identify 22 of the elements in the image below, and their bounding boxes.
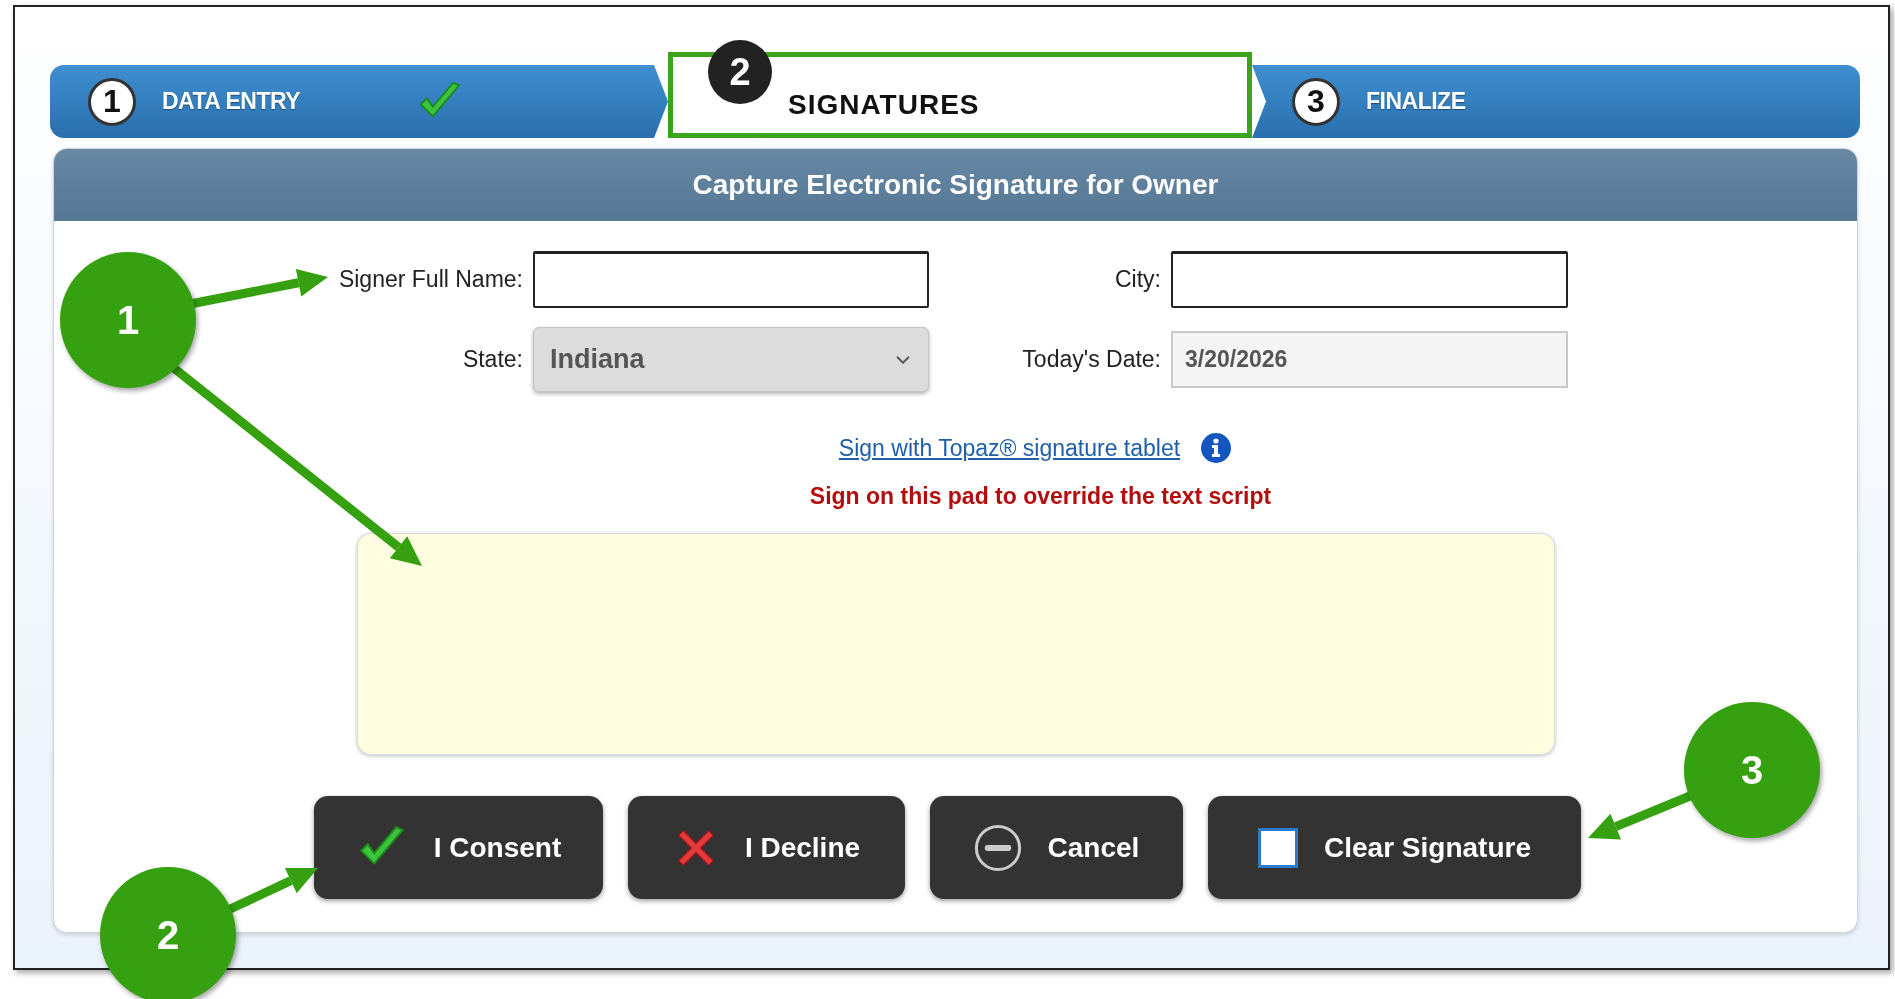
decline-button[interactable]: I Decline <box>628 796 905 899</box>
consent-button[interactable]: I Consent <box>314 796 603 899</box>
square-icon <box>1258 827 1298 868</box>
text-field[interactable] <box>1171 251 1568 308</box>
pad-notice: Sign on this pad to override the text script <box>809 483 1272 510</box>
date-field[interactable]: 3/20/2026 <box>1171 331 1568 388</box>
step-number: 1 <box>88 77 136 126</box>
step-tab[interactable]: 1 DATA ENTRY <box>50 65 668 138</box>
step-number: 3 <box>1292 77 1340 126</box>
field-label: State: <box>461 346 523 373</box>
clear-button[interactable]: Clear Signature <box>1208 796 1581 899</box>
minus-circle-icon <box>973 823 1022 872</box>
state-dropdown[interactable]: Indiana <box>533 327 929 392</box>
text-field[interactable] <box>533 251 929 308</box>
field-label: Signer Full Name: <box>337 266 523 293</box>
info-icon <box>1200 432 1233 464</box>
step-tab[interactable]: 3 FINALIZE <box>1252 65 1860 138</box>
field-label: City: <box>1114 266 1161 293</box>
cancel-button[interactable]: Cancel <box>930 796 1183 899</box>
tablet-link[interactable]: Sign with Topaz® signature tablet <box>838 434 1181 462</box>
panel-title: Capture Electronic Signature for Owner <box>54 149 1857 221</box>
field-label: Today's Date: <box>1021 346 1161 373</box>
